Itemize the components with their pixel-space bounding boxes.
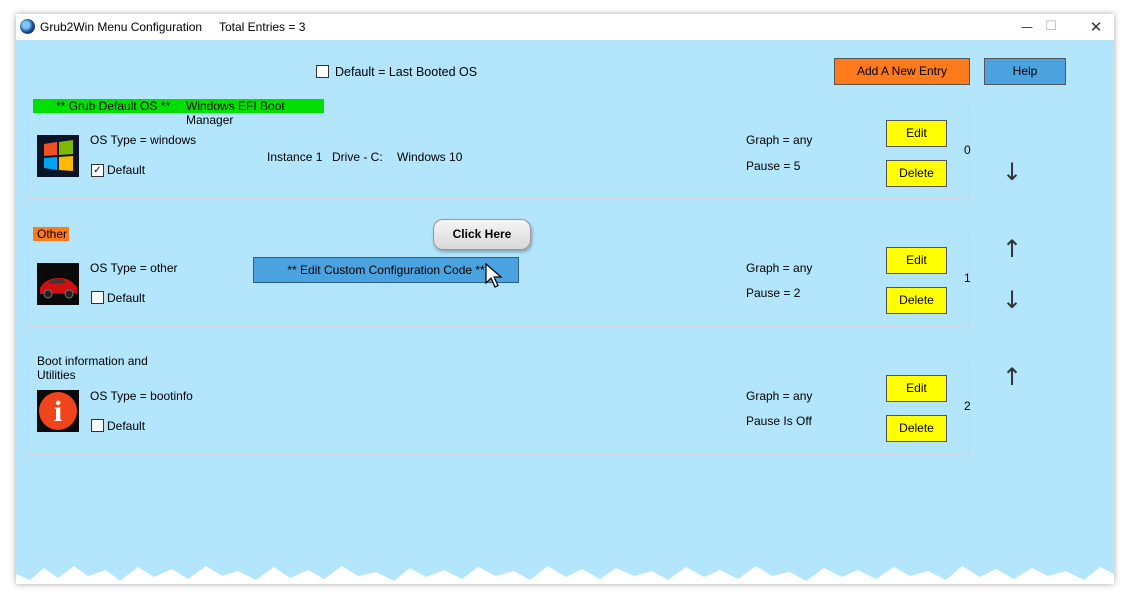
close-button[interactable]: ✕ xyxy=(1073,14,1119,40)
entry-0-version: Windows 10 xyxy=(397,150,463,164)
entry-0-edit-button[interactable]: Edit xyxy=(886,120,947,147)
entry-1-default-checkbox[interactable] xyxy=(91,291,104,304)
entry-0-os-type: OS Type = windows xyxy=(90,133,197,147)
total-entries-label: Total Entries = 3 xyxy=(219,20,306,34)
entry-0-delete-button[interactable]: Delete xyxy=(886,160,947,187)
entry-0-drive: Drive - C: xyxy=(332,150,383,164)
entry-2-graph: Graph = any xyxy=(746,389,813,403)
entry-2-header: Boot information and Utilities xyxy=(33,354,178,382)
entry-1-move-down-arrow-icon[interactable]: ↓ xyxy=(1002,288,1022,312)
windows-logo-icon xyxy=(37,135,79,177)
entry-2-header-title: Boot information and Utilities xyxy=(37,354,148,382)
entry-2-edit-button[interactable]: Edit xyxy=(886,375,947,402)
entry-2-default-label: Default xyxy=(107,419,146,433)
info-icon: i xyxy=(37,390,79,432)
entry-1-default-label: Default xyxy=(107,291,146,305)
entry-0-default-label: Default xyxy=(107,163,146,177)
entry-0-header-default: ** Grub Default OS ** xyxy=(56,99,171,113)
entry-1-edit-button[interactable]: Edit xyxy=(886,247,947,274)
entry-2-move-up-arrow-icon[interactable]: ↑ xyxy=(1002,365,1022,389)
entry-2-index: 2 xyxy=(964,399,971,413)
default-last-booted-checkbox[interactable] xyxy=(316,65,329,78)
mouse-pointer-icon xyxy=(485,263,503,288)
torn-edge-decoration xyxy=(16,566,1114,584)
entry-0-default-checkbox[interactable]: ✓ xyxy=(91,164,104,177)
window-title: Grub2Win Menu Configuration xyxy=(40,20,203,34)
entry-0-move-down-arrow-icon[interactable]: ↓ xyxy=(1002,160,1022,184)
grub2win-window: Grub2Win Menu Configuration Total Entrie… xyxy=(16,14,1114,584)
svg-text:i: i xyxy=(54,395,62,428)
entry-panel-0 xyxy=(27,105,970,199)
click-here-tooltip: Click Here xyxy=(433,219,531,250)
grub2win-app-icon xyxy=(20,19,35,34)
entry-1-delete-button[interactable]: Delete xyxy=(886,287,947,314)
maximize-button[interactable]: ☐ xyxy=(1028,14,1074,40)
entry-2-delete-button[interactable]: Delete xyxy=(886,415,947,442)
entry-0-index: 0 xyxy=(964,143,971,157)
entry-2-pause: Pause Is Off xyxy=(746,414,812,428)
entry-1-move-up-arrow-icon[interactable]: ↑ xyxy=(1002,237,1022,261)
entry-1-index: 1 xyxy=(964,271,971,285)
entry-2-os-type: OS Type = bootinfo xyxy=(90,389,193,403)
entry-0-instance: Instance 1 xyxy=(267,150,323,164)
entry-0-header-title: Windows EFI Boot Manager xyxy=(186,99,285,127)
entry-2-default-checkbox[interactable] xyxy=(91,419,104,432)
entry-1-pause: Pause = 2 xyxy=(746,286,801,300)
entry-1-header: Other xyxy=(33,227,69,241)
entry-1-graph: Graph = any xyxy=(746,261,813,275)
entry-0-header: ** Grub Default OS ** Windows EFI Boot M… xyxy=(33,99,324,127)
default-last-booted-label: Default = Last Booted OS xyxy=(335,65,478,79)
entry-0-graph: Graph = any xyxy=(746,133,813,147)
entry-1-os-type: OS Type = other xyxy=(90,261,178,275)
entry-1-header-title: Other xyxy=(37,227,68,241)
title-bar: Grub2Win Menu Configuration Total Entrie… xyxy=(16,14,1114,40)
red-sports-car-icon xyxy=(37,263,79,305)
edit-custom-configuration-code-button[interactable]: ** Edit Custom Configuration Code ** xyxy=(253,257,519,283)
help-button[interactable]: Help xyxy=(984,58,1066,85)
entry-0-pause: Pause = 5 xyxy=(746,159,801,173)
add-new-entry-button[interactable]: Add A New Entry xyxy=(834,58,970,85)
